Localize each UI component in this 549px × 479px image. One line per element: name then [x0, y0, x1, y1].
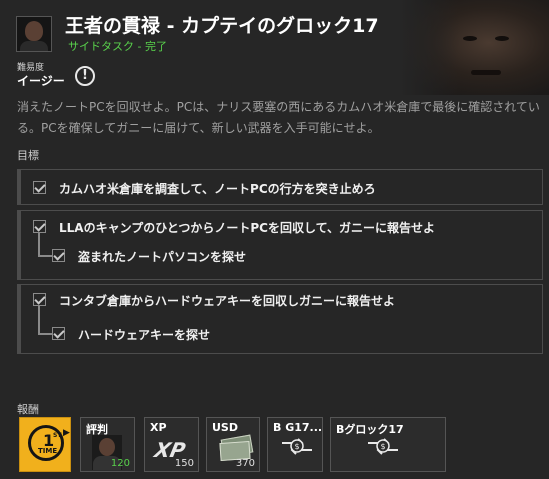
mission-title: 王者の貫禄 - カプテイのグロック17 [65, 15, 379, 37]
swap-icon: $ [282, 438, 312, 455]
checkbox-checked-icon [33, 181, 46, 194]
reward-value: 120 [110, 458, 130, 469]
checkbox-checked-icon [33, 293, 46, 306]
character-portrait-background [399, 0, 549, 95]
reward-xp[interactable]: XP XP 150 [144, 417, 199, 472]
giver-avatar [16, 16, 52, 52]
rewards-label: 報酬 [17, 403, 39, 416]
objective-subtask: ハードウェアキーを探せ [78, 328, 211, 342]
svg-text:$: $ [294, 442, 299, 451]
warning-icon[interactable]: ! [75, 66, 95, 86]
reward-weapon[interactable]: Bグロック17 $ [330, 417, 446, 472]
swap-icon: $ [368, 438, 398, 455]
checkbox-checked-icon [33, 220, 46, 233]
objective-group: LLAのキャンプのひとつからノートPCを回収して、ガニーに報告せよ 盗まれたノー… [17, 210, 543, 280]
subtask-connector [38, 233, 52, 257]
checkbox-checked-icon [52, 249, 65, 262]
objective-main: コンタブ倉庫からハードウェアキーを回収しガニーに報告せよ [59, 294, 396, 308]
objectives-label: 目標 [17, 149, 39, 162]
objective-group: コンタブ倉庫からハードウェアキーを回収しガニーに報告せよ ハードウェアキーを探せ [17, 284, 543, 354]
difficulty-value: イージー [17, 74, 65, 88]
subtask-connector [38, 306, 52, 335]
objective-subtask: 盗まれたノートパソコンを探せ [78, 250, 247, 264]
reward-value: 370 [235, 458, 255, 469]
first-time-icon: 1 ST TIME ▶ [28, 425, 70, 461]
reward-usd[interactable]: USD 370 [206, 417, 260, 472]
objective-group: カムハオ米倉庫を調査して、ノートPCの行方を突き止めろ [17, 169, 543, 205]
objective-main: カムハオ米倉庫を調査して、ノートPCの行方を突き止めろ [59, 182, 376, 196]
reward-reputation[interactable]: 評判 120 [80, 417, 135, 472]
svg-text:$: $ [380, 442, 385, 451]
checkbox-checked-icon [52, 327, 65, 340]
objective-main: LLAのキャンプのひとつからノートPCを回収して、ガニーに報告せよ [59, 221, 436, 235]
reward-value: 150 [174, 458, 194, 469]
first-time-reward-badge[interactable]: 1 ST TIME ▶ [19, 417, 71, 472]
reward-weapon-blueprint[interactable]: B G17... $ [267, 417, 323, 472]
mission-description: 消えたノートPCを回収せよ。PCは、ナリス要塞の西にあるカムハオ米倉庫で最後に確… [17, 100, 540, 135]
mission-status: サイドタスク - 完了 [68, 40, 167, 53]
